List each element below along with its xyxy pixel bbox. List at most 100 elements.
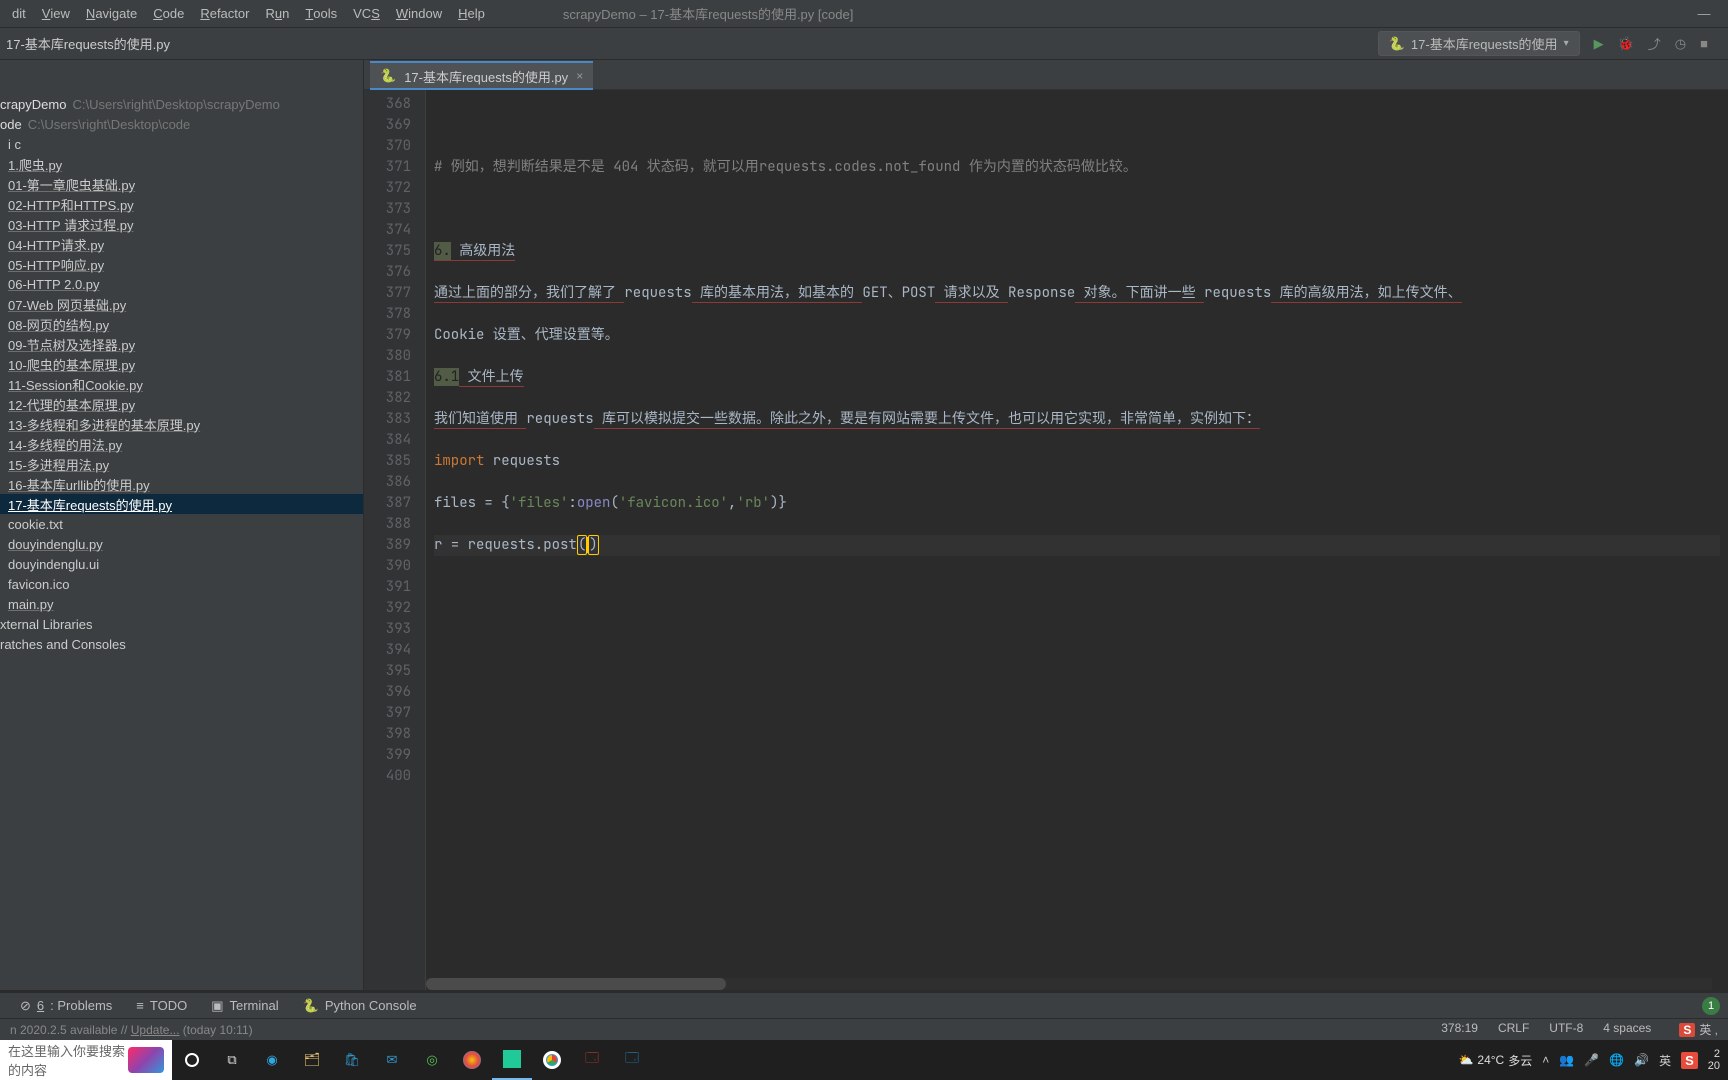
menu-vcs[interactable]: VCS [345, 0, 388, 27]
tree-file[interactable]: 13-多线程和多进程的基本原理.py [0, 414, 363, 434]
tree-file[interactable]: favicon.ico [0, 574, 363, 594]
edge-icon[interactable]: ◉ [252, 1040, 292, 1080]
app-icon[interactable]: 🗔 [572, 1040, 612, 1080]
tree-file[interactable]: cookie.txt [0, 514, 363, 534]
debug-button[interactable]: 🐞 [1618, 36, 1634, 52]
tool-python-console[interactable]: 🐍Python Console [291, 998, 429, 1014]
run-button[interactable]: ▶ [1594, 36, 1604, 52]
wifi-icon[interactable]: 🌐 [1609, 1053, 1624, 1067]
tree-file[interactable]: 06-HTTP 2.0.py [0, 274, 363, 294]
clock[interactable]: 2 20 [1708, 1048, 1720, 1072]
weather-widget[interactable]: ⛅ 24°C 多云 [1458, 1052, 1532, 1069]
tool-problems[interactable]: ⊘6: Problems [8, 998, 124, 1014]
tree-file[interactable]: 07-Web 网页基础.py [0, 294, 363, 314]
project-tree[interactable]: crapyDemoC:\Users\right\Desktop\scrapyDe… [0, 90, 363, 990]
tree-file[interactable]: 03-HTTP 请求过程.py [0, 214, 363, 234]
tree-file[interactable]: 04-HTTP请求.py [0, 234, 363, 254]
caret-position[interactable]: 378:19 [1441, 1021, 1478, 1038]
editor-tab[interactable]: 🐍 17-基本库requests的使用.py × [370, 61, 593, 89]
app-icon[interactable]: ◎ [412, 1040, 452, 1080]
coverage-button[interactable]: ⤴ [1648, 34, 1661, 53]
navigation-bar: 17-基本库requests的使用.py 🐍 17-基本库requests的使用… [0, 28, 1728, 60]
tree-file[interactable]: 05-HTTP响应.py [0, 254, 363, 274]
mail-icon[interactable]: ✉ [372, 1040, 412, 1080]
app-icon[interactable] [452, 1040, 492, 1080]
tree-file-active[interactable]: 17-基本库requests的使用.py [0, 494, 363, 514]
window-minimize[interactable]: — [1684, 6, 1724, 21]
tree-file[interactable]: douyindenglu.ui [0, 554, 363, 574]
close-icon[interactable]: × [576, 69, 583, 83]
menu-code[interactable]: Code [145, 0, 192, 27]
mic-icon[interactable]: 🎤 [1584, 1053, 1599, 1067]
tray-chevron-icon[interactable]: ˄ [1542, 1053, 1549, 1067]
status-message: n 2020.2.5 available // Update... (today… [10, 1023, 253, 1037]
update-link[interactable]: Update... [131, 1023, 180, 1037]
task-view-icon[interactable]: ⧉ [212, 1040, 252, 1080]
tree-external-libraries[interactable]: xternal Libraries [0, 614, 363, 634]
tab-filename: 17-基本库requests的使用.py [404, 67, 568, 86]
tree-file[interactable]: 12-代理的基本原理.py [0, 394, 363, 414]
toolbar-actions: ▶ 🐞 ⤴ ◷ ■ [1580, 34, 1722, 53]
tree-folder-c[interactable]: i c [0, 134, 363, 154]
people-icon[interactable]: 👥 [1559, 1053, 1574, 1067]
event-log-badge[interactable]: 1 [1702, 997, 1720, 1015]
code-editor[interactable]: 3683693703713723733743753763773783793803… [364, 90, 1728, 990]
tree-file[interactable]: 15-多进程用法.py [0, 454, 363, 474]
ime-mode[interactable]: 英 , [1699, 1023, 1718, 1037]
ime-lang[interactable]: 英 [1659, 1052, 1671, 1069]
menu-navigate[interactable]: Navigate [78, 0, 145, 27]
search-logo-icon [128, 1047, 164, 1073]
tree-file[interactable]: 11-Session和Cookie.py [0, 374, 363, 394]
tree-file[interactable]: 16-基本库urllib的使用.py [0, 474, 363, 494]
horizontal-scroll-thumb[interactable] [426, 978, 726, 990]
tool-window-bar: ⊘6: Problems ≡TODO ▣Terminal 🐍Python Con… [0, 992, 1728, 1018]
project-sidebar: crapyDemoC:\Users\right\Desktop\scrapyDe… [0, 60, 364, 990]
tree-file[interactable]: 08-网页的结构.py [0, 314, 363, 334]
tree-file[interactable]: 14-多线程的用法.py [0, 434, 363, 454]
menu-refactor[interactable]: Refactor [192, 0, 257, 27]
menu-edit[interactable]: dit [4, 0, 34, 27]
tree-file[interactable]: 09-节点树及选择器.py [0, 334, 363, 354]
status-bar: n 2020.2.5 available // Update... (today… [0, 1018, 1728, 1040]
tool-todo[interactable]: ≡TODO [124, 998, 199, 1013]
tree-file[interactable]: 1.爬虫.py [0, 154, 363, 174]
stop-button[interactable]: ■ [1700, 36, 1708, 51]
tree-scratches[interactable]: ratches and Consoles [0, 634, 363, 654]
menu-run[interactable]: Run [257, 0, 297, 27]
app-icon[interactable]: 🗔 [612, 1040, 652, 1080]
ime-badge[interactable]: S [1679, 1023, 1695, 1037]
encoding[interactable]: UTF-8 [1549, 1021, 1583, 1038]
chrome-icon[interactable] [532, 1040, 572, 1080]
menu-bar: dit View Navigate Code Refactor Run Tool… [0, 0, 1728, 28]
file-explorer-icon[interactable]: 🗂 [292, 1040, 332, 1080]
start-button[interactable] [172, 1040, 212, 1080]
pycharm-icon[interactable] [492, 1040, 532, 1080]
tree-file[interactable]: 10-爬虫的基本原理.py [0, 354, 363, 374]
volume-icon[interactable]: 🔊 [1634, 1053, 1649, 1067]
menu-help[interactable]: Help [450, 0, 493, 27]
tree-file[interactable]: 02-HTTP和HTTPS.py [0, 194, 363, 214]
tree-root-scrapydemo[interactable]: crapyDemoC:\Users\right\Desktop\scrapyDe… [0, 94, 363, 114]
store-icon[interactable]: 🛍 [332, 1040, 372, 1080]
tree-root-code[interactable]: odeC:\Users\right\Desktop\code [0, 114, 363, 134]
tool-terminal[interactable]: ▣Terminal [199, 998, 290, 1014]
menu-window[interactable]: Window [388, 0, 450, 27]
horizontal-scroll-track[interactable] [426, 978, 1712, 990]
tree-file[interactable]: 01-第一章爬虫基础.py [0, 174, 363, 194]
menu-tools[interactable]: Tools [297, 0, 345, 27]
gutter[interactable]: 3683693703713723733743753763773783793803… [364, 90, 426, 990]
profile-button[interactable]: ◷ [1675, 36, 1686, 52]
ime-sogou-icon[interactable]: S [1681, 1052, 1698, 1069]
run-config-label: 17-基本库requests的使用 [1411, 34, 1558, 53]
menu-view[interactable]: View [34, 0, 78, 27]
editor-tab-row: 🐍 17-基本库requests的使用.py × [364, 60, 1728, 90]
editor-area: 🐍 17-基本库requests的使用.py × 68 ▲ 2 ✓ 2 3683… [364, 60, 1728, 990]
indent-info[interactable]: 4 spaces [1603, 1021, 1651, 1038]
breadcrumb[interactable]: 17-基本库requests的使用.py [6, 34, 170, 53]
tree-file[interactable]: main.py [0, 594, 363, 614]
line-separator[interactable]: CRLF [1498, 1021, 1529, 1038]
code-lines[interactable]: # 例如，想判断结果是不是 404 状态码，就可以用requests.codes… [426, 90, 1728, 990]
tree-file[interactable]: douyindenglu.py [0, 534, 363, 554]
windows-search[interactable]: 在这里输入你要搜索的内容 [0, 1040, 172, 1080]
run-config-selector[interactable]: 🐍 17-基本库requests的使用 ▾ [1378, 31, 1580, 56]
